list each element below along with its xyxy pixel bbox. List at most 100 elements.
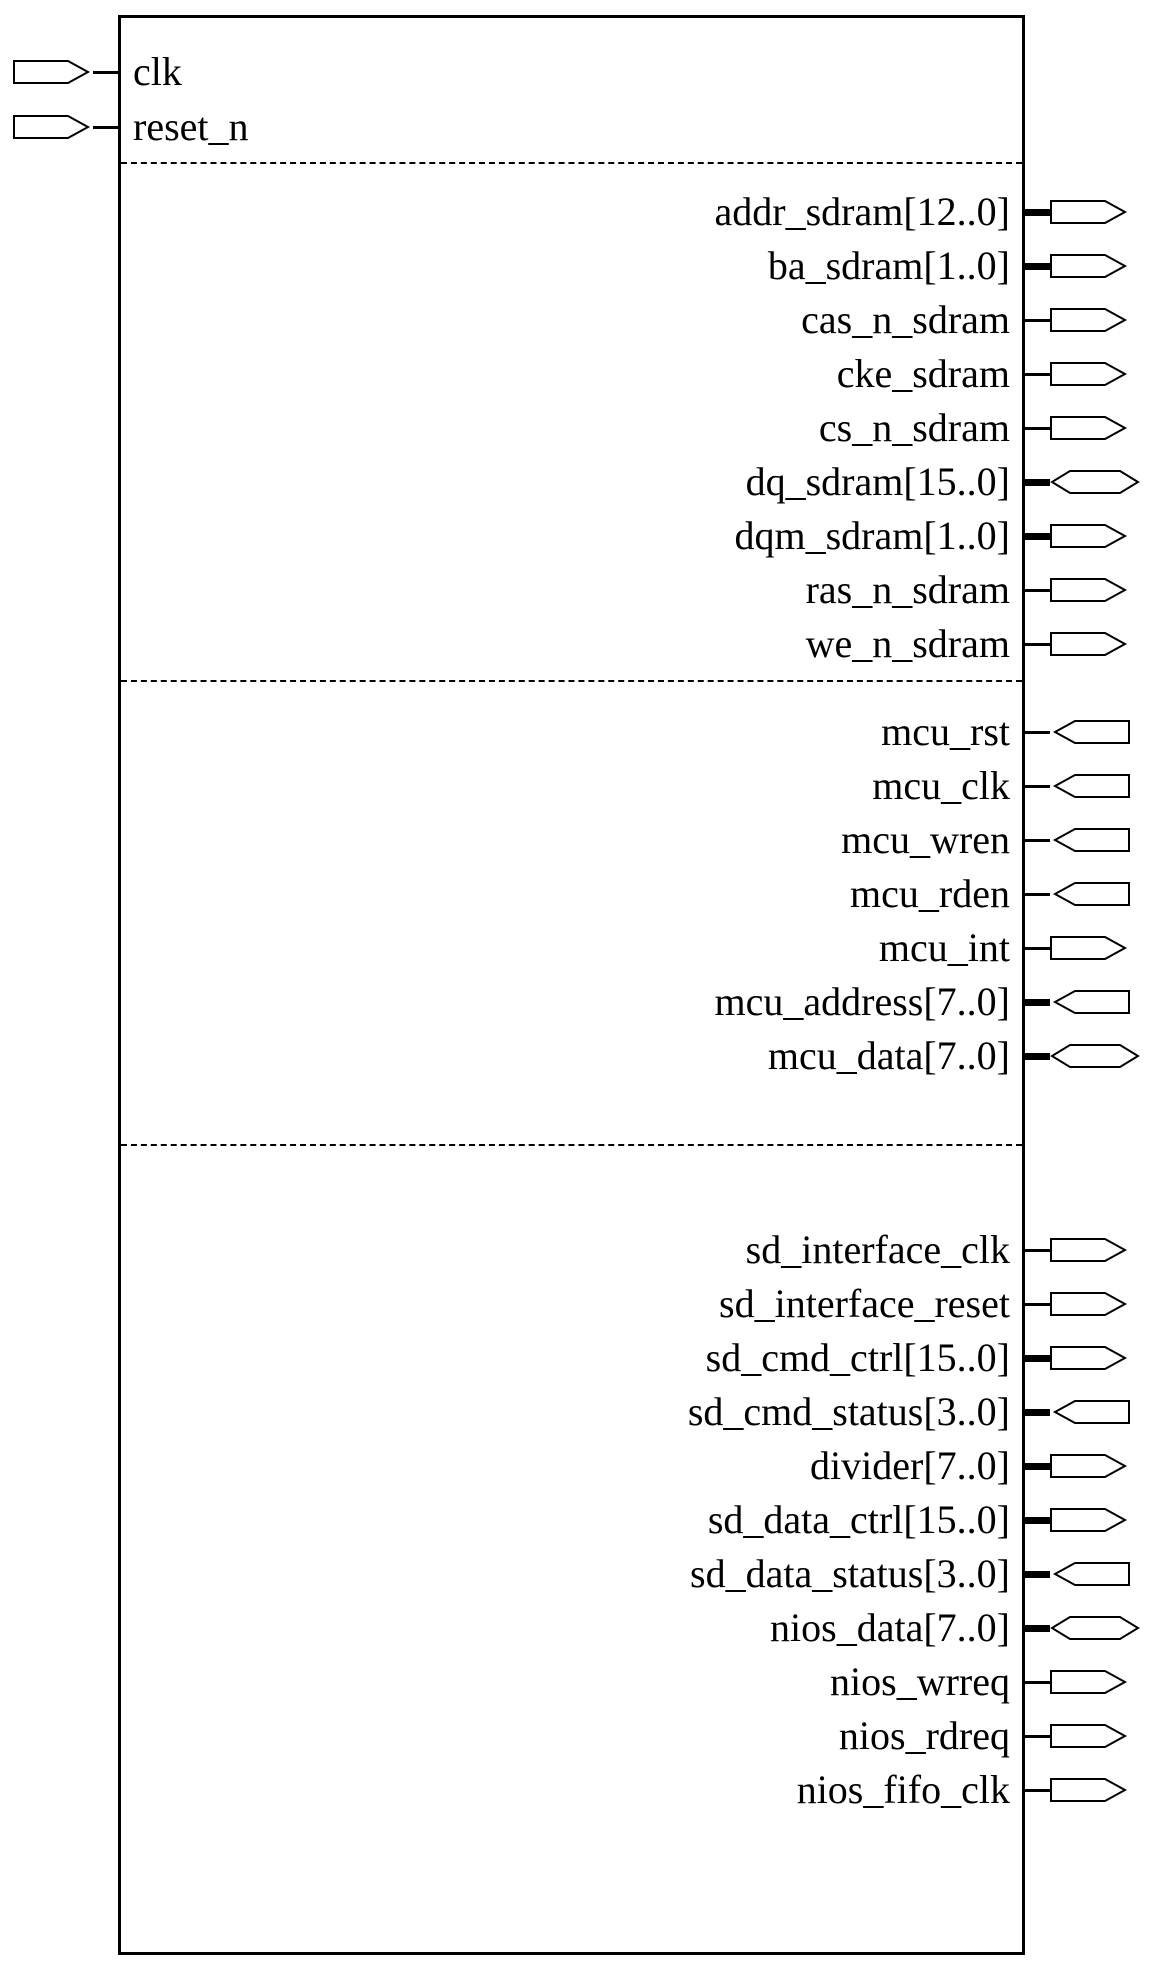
port-row-s0-2: cas_n_sdram [121,296,1022,344]
input-pin-icon [1050,825,1130,855]
port-label: sd_interface_clk [734,1230,1022,1270]
pin-wrapper [1022,620,1130,668]
output-pin-icon [1050,251,1130,281]
port-row-s2-8: nios_wrreq [121,1658,1022,1706]
port-row-s2-4: divider[7..0] [121,1442,1022,1490]
pin-wrapper [1022,816,1130,864]
port-row-input-0: clk [121,48,194,96]
module-block: clk reset_n addr_sdram[12..0] ba_sdram[1..0… [118,15,1025,1955]
port-label: sd_interface_reset [707,1284,1022,1324]
input-pin-icon [1050,717,1130,747]
port-label: dq_sdram[15..0] [734,462,1022,502]
pin-line [1022,533,1050,540]
pin-wrapper [1022,1334,1130,1382]
pin-wrapper [1022,924,1130,972]
pin-line [1022,947,1050,950]
port-row-s2-6: sd_data_status[3..0] [121,1550,1022,1598]
port-label: we_n_sdram [794,624,1022,664]
port-label: mcu_rst [869,712,1022,752]
output-pin-icon [1050,575,1130,605]
pin-line [1022,1625,1050,1632]
port-label: mcu_data[7..0] [756,1036,1022,1076]
port-label: clk [121,52,194,92]
pin-line [1022,1053,1050,1060]
bidir-pin-icon [1050,1041,1140,1071]
pin-line [1022,643,1050,646]
pin-wrapper [1022,404,1130,452]
bidir-pin-icon [1050,1613,1140,1643]
pin-wrapper [1022,1032,1140,1080]
port-row-s2-3: sd_cmd_status[3..0] [121,1388,1022,1436]
port-label: cke_sdram [825,354,1022,394]
port-label: sd_data_status[3..0] [678,1554,1022,1594]
input-pin-icon [1050,879,1130,909]
port-row-s1-4: mcu_int [121,924,1022,972]
pin-line [1022,785,1050,788]
port-label: sd_cmd_ctrl[15..0] [694,1338,1022,1378]
pin-line [1022,1571,1050,1578]
pin-wrapper [1022,1712,1130,1760]
port-row-s0-4: cs_n_sdram [121,404,1022,452]
pin-line [93,126,121,129]
pin-wrapper [1022,512,1130,560]
pin-line [1022,427,1050,430]
pin-wrapper [1022,762,1130,810]
port-row-s1-5: mcu_address[7..0] [121,978,1022,1026]
pin-line [1022,589,1050,592]
port-label: cas_n_sdram [789,300,1022,340]
output-pin-icon [1050,1775,1130,1805]
pin-wrapper [1022,1766,1130,1814]
port-row-s1-1: mcu_clk [121,762,1022,810]
section-divider-0 [121,162,1022,164]
output-pin-icon [1050,1451,1130,1481]
output-pin-icon [1050,305,1130,335]
pin-wrapper [1022,1226,1130,1274]
pin-wrapper [1022,978,1130,1026]
port-label: reset_n [121,107,261,147]
output-pin-icon [1050,197,1130,227]
port-label: mcu_clk [860,766,1022,806]
port-label: nios_rdreq [827,1716,1022,1756]
pin-line [1022,319,1050,322]
pin-wrapper [1022,188,1130,236]
pin-wrapper [1022,1550,1130,1598]
section-divider-2 [121,1144,1022,1146]
port-label: ba_sdram[1..0] [756,246,1022,286]
pin-wrapper [13,48,121,96]
port-row-s0-6: dqm_sdram[1..0] [121,512,1022,560]
pin-wrapper [1022,1496,1130,1544]
port-row-s0-5: dq_sdram[15..0] [121,458,1022,506]
port-row-s1-3: mcu_rden [121,870,1022,918]
port-label: mcu_address[7..0] [703,982,1022,1022]
port-row-s0-8: we_n_sdram [121,620,1022,668]
port-label: sd_cmd_status[3..0] [676,1392,1022,1432]
pin-line [1022,209,1050,216]
pin-line [1022,893,1050,896]
pin-line [1022,1681,1050,1684]
pin-wrapper [1022,1280,1130,1328]
pin-line [1022,1735,1050,1738]
output-pin-icon [1050,413,1130,443]
pin-wrapper [13,103,121,151]
port-label: nios_data[7..0] [758,1608,1022,1648]
pin-wrapper [1022,1658,1130,1706]
pin-line [1022,731,1050,734]
port-row-s2-2: sd_cmd_ctrl[15..0] [121,1334,1022,1382]
pin-line [1022,1517,1050,1524]
pin-line [1022,479,1050,486]
section-divider-1 [121,680,1022,682]
port-row-s2-0: sd_interface_clk [121,1226,1022,1274]
pin-wrapper [1022,1388,1130,1436]
pin-wrapper [1022,870,1130,918]
output-pin-icon [1050,1235,1130,1265]
pin-wrapper [1022,566,1130,614]
pin-wrapper [1022,1604,1140,1652]
pin-wrapper [1022,458,1140,506]
port-row-s0-0: addr_sdram[12..0] [121,188,1022,236]
port-row-s1-6: mcu_data[7..0] [121,1032,1022,1080]
input-pin-icon [1050,1397,1130,1427]
port-row-s2-5: sd_data_ctrl[15..0] [121,1496,1022,1544]
pin-line [1022,373,1050,376]
output-pin-icon [1050,1667,1130,1697]
port-label: nios_fifo_clk [785,1770,1022,1810]
